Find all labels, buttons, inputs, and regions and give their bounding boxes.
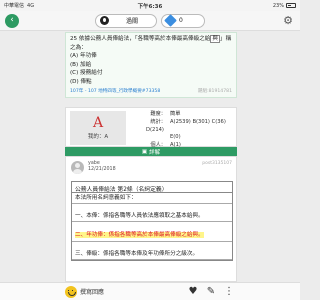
status-bar: 中華電信 4G 下午6:36 23% <box>0 0 300 11</box>
answer-box: A 我的：A <box>70 111 126 145</box>
app-header: ‹ 過關 0 ⚙ <box>0 11 300 31</box>
difficulty-label: 難度： <box>150 111 166 117</box>
answer-panel: A 我的：A 難度： 簡單 統計： A(2539) B(301) C(36) D(2… <box>65 107 237 150</box>
stats-label: 統計： <box>150 118 166 125</box>
heart-icon[interactable]: ♥ <box>187 286 199 298</box>
post-body: 公務人員俸給法 第2條（名詞定義） 本法所用名詞意義如下： 一、本俸：係指各職等… <box>71 181 233 261</box>
gem-icon <box>164 14 177 27</box>
post-id: post3135107 <box>202 161 232 166</box>
option-d[interactable]: (D) 俸點 <box>70 78 232 87</box>
law-item-1: 一、本俸：係指各職等人員依法應領取之基本給與。 <box>72 211 232 222</box>
option-c[interactable]: (C) 授務給付 <box>70 69 232 78</box>
back-arrow-icon: ‹ <box>5 13 19 28</box>
gem-counter[interactable]: 0 <box>161 13 205 28</box>
exam-mode-label: 過關 <box>125 18 138 25</box>
section-label: 詳解 <box>149 149 161 156</box>
answer-stats: 難度： 簡單 統計： A(2539) B(301) C(36) D(214) E(0… <box>146 111 236 150</box>
question-card: 25 依據公務人員俸給法，「各職等高於本俸最高俸級之給與」稱之為： (A) 年功… <box>65 32 237 98</box>
avatar[interactable] <box>71 161 84 174</box>
bottom-bar: 撰寫回應 ♥ ✎ ⋮ <box>0 282 300 300</box>
law-spacer <box>72 222 232 229</box>
more-icon[interactable]: ⋮ <box>223 286 235 298</box>
question-text-part: 25 依據公務人員俸給法，「各職等高於本俸最高俸級之給 <box>70 36 211 42</box>
question-text-mark: 與 <box>210 35 220 43</box>
chat-bubble-icon: ▣ <box>141 148 148 155</box>
write-reply-button[interactable]: 撰寫回應 <box>65 285 105 298</box>
difficulty-value: 簡單 <box>170 111 181 117</box>
post-date: 12/21/2018 <box>88 167 116 172</box>
law-title: 公務人員俸給法 第2條（名詞定義） <box>72 182 232 193</box>
law-item-2: 二、年功俸：係指各職等高於本俸最高俸級之給與。 <box>72 229 232 242</box>
paw-icon <box>100 16 109 25</box>
law-item-3: 三、俸級：係指各職等本俸及年功俸所分之級次。 <box>72 249 232 260</box>
option-a[interactable]: (A) 年功俸 <box>70 52 232 61</box>
exam-source-link[interactable]: 107年 - 107 地特四等_行政學概要#73358 <box>70 88 160 94</box>
back-button[interactable]: ‹ <box>5 13 19 28</box>
gem-count: 0 <box>179 17 183 24</box>
smile-icon <box>65 285 77 298</box>
option-b[interactable]: (B) 加給 <box>70 61 232 70</box>
battery-icon <box>286 3 296 8</box>
post-author[interactable]: yabe <box>88 161 100 166</box>
my-answer: 我的：A <box>87 134 109 140</box>
law-item-2-highlight: 二、年功俸：係指各職等高於本俸最高俸級之給與。 <box>75 232 204 238</box>
post-card: yabe 12/21/2018 post3135107 公務人員俸給法 第2條（… <box>65 156 237 282</box>
reply-label: 撰寫回應 <box>80 289 105 296</box>
section-bar[interactable]: ▣ 詳解 <box>65 147 237 156</box>
law-spacer <box>72 204 232 211</box>
correct-answer: A <box>92 115 104 131</box>
settings-button[interactable]: ⚙ <box>281 14 295 28</box>
edit-icon[interactable]: ✎ <box>205 286 217 298</box>
law-spacer <box>72 242 232 249</box>
gear-icon: ⚙ <box>283 14 293 27</box>
exam-mode-button[interactable]: 過關 <box>95 13 157 28</box>
law-intro: 本法所用名詞意義如下： <box>72 193 232 204</box>
question-text: 25 依據公務人員俸給法，「各職等高於本俸最高俸級之給與」稱之為： <box>70 35 232 52</box>
clock: 下午6:36 <box>137 3 163 10</box>
question-id: 題組:81914781 <box>197 88 232 94</box>
